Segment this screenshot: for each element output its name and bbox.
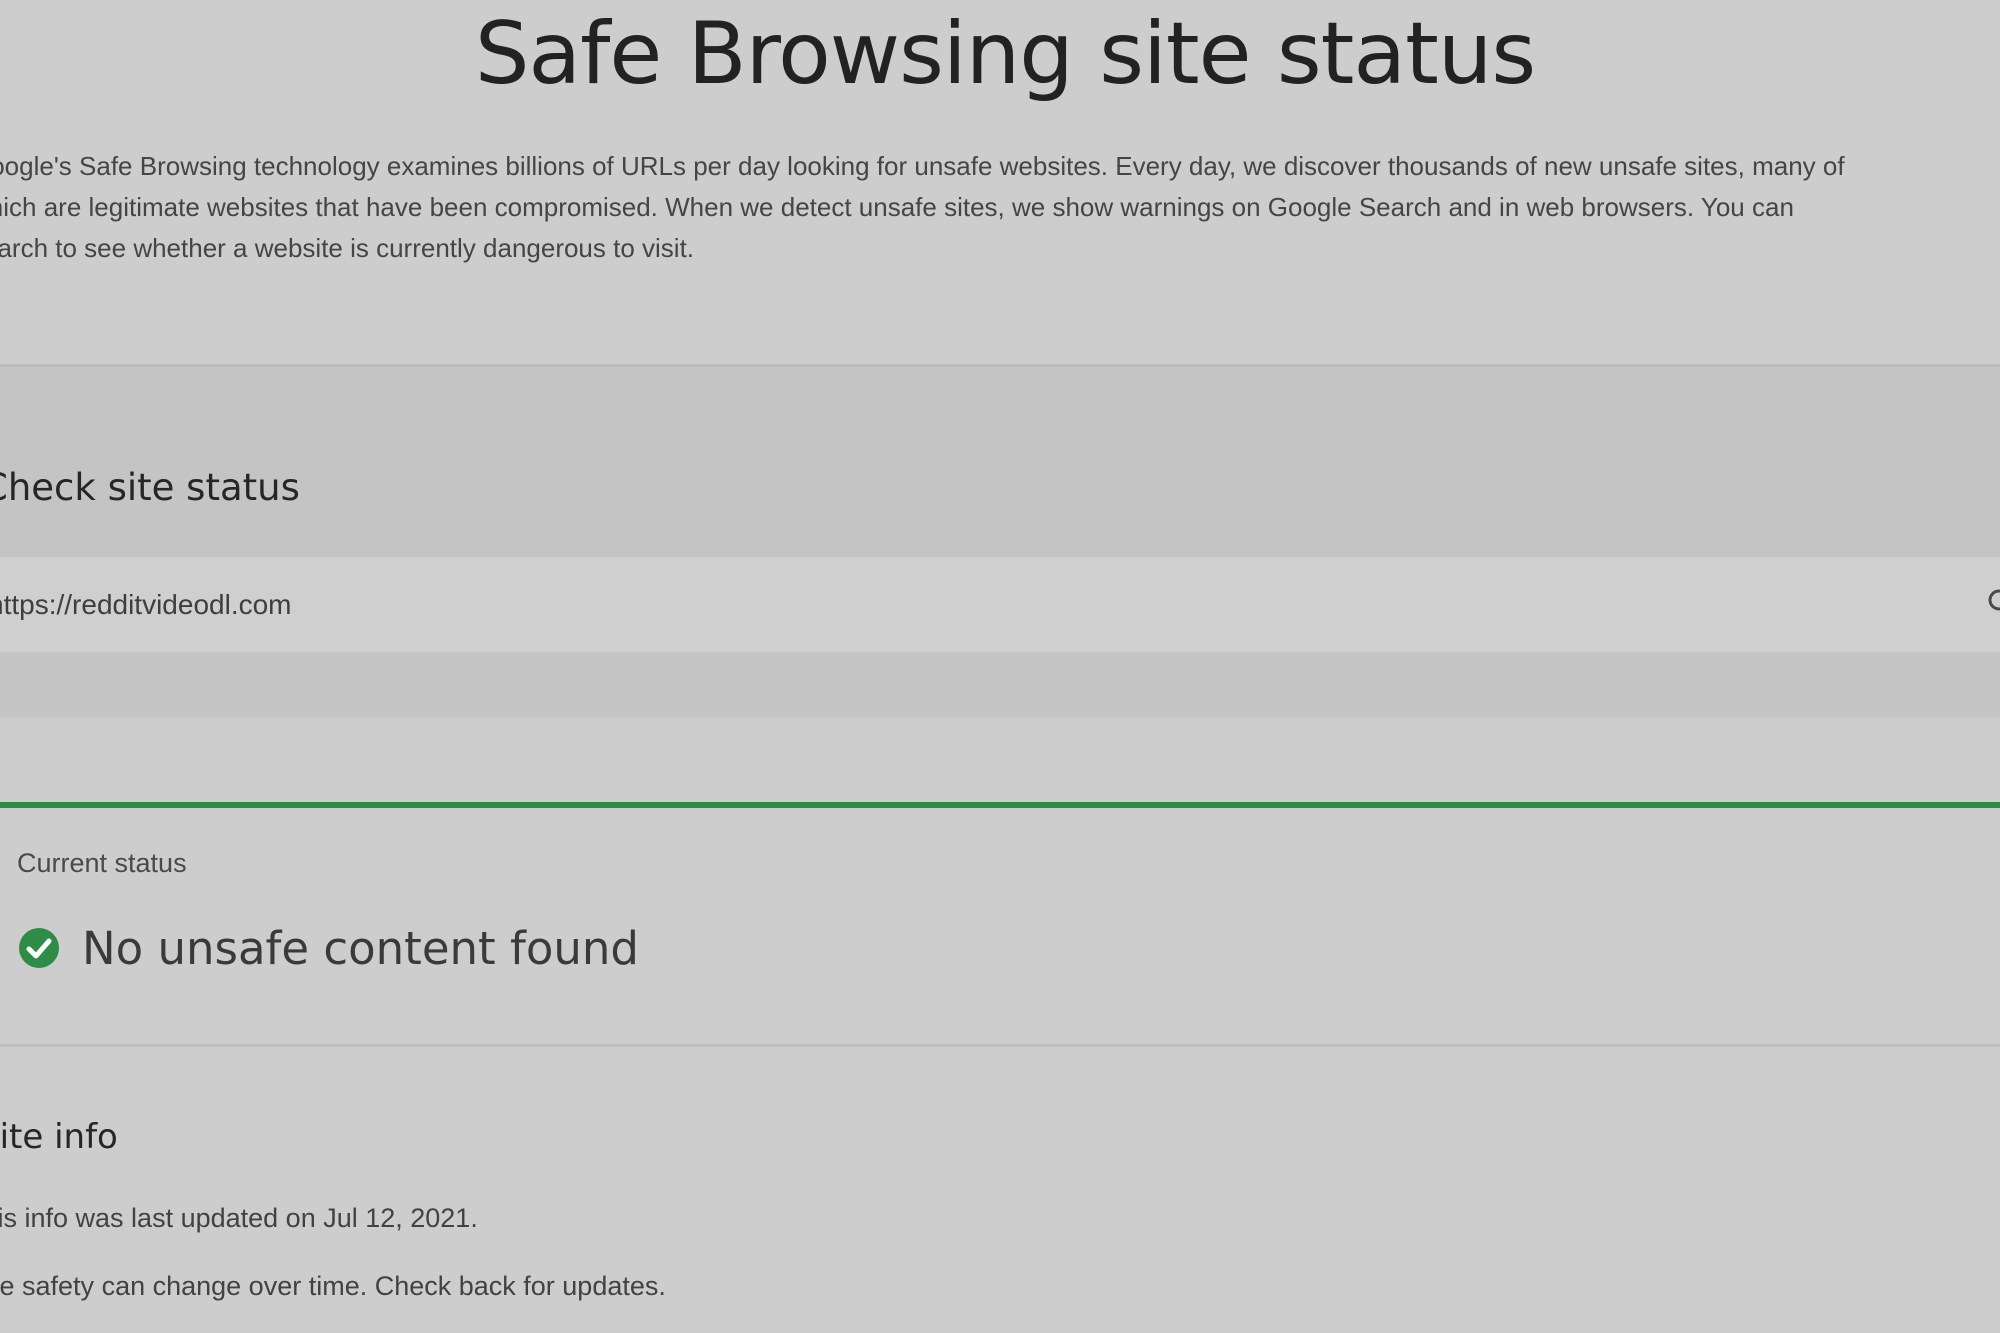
status-accent-bar (0, 802, 2000, 808)
search-bar (0, 557, 2000, 652)
page-title: Safe Browsing site status (474, 4, 1536, 104)
current-status-label: Current status (17, 848, 187, 878)
url-search-input[interactable] (0, 557, 1948, 652)
intro-line: search to see whether a website is curre… (0, 233, 695, 263)
search-icon[interactable] (1986, 587, 2000, 617)
check-site-heading: Check site status (0, 466, 300, 509)
check-circle-icon (19, 928, 59, 968)
intro-text: Google's Safe Browsing technology examin… (0, 146, 2000, 269)
check-site-panel (0, 367, 2000, 557)
section-divider (0, 1044, 2000, 1047)
search-footer-band (0, 652, 2000, 718)
site-info-heading: Site info (0, 1117, 118, 1157)
last-updated-text: This info was last updated on Jul 12, 20… (0, 1203, 478, 1233)
status-result: No unsafe content found (18, 918, 639, 978)
intro-line: Google's Safe Browsing technology examin… (0, 151, 1845, 181)
safety-note-text: Site safety can change over time. Check … (0, 1271, 666, 1301)
status-text: No unsafe content found (82, 921, 639, 975)
intro-line: which are legitimate websites that have … (0, 192, 1794, 222)
